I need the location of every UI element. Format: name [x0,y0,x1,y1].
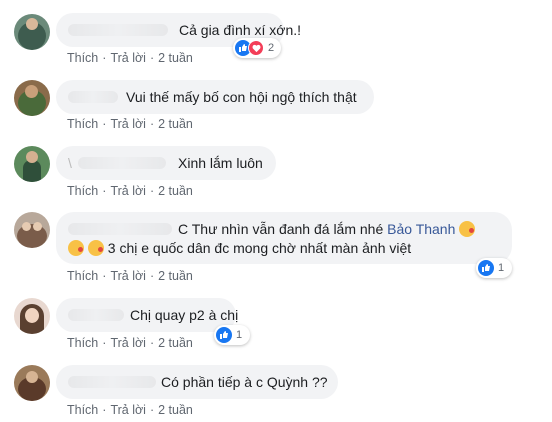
comment-bubble: \ Xinh lắm luôn [56,146,276,180]
comment-bubble: Có phần tiếp à c Quỳnh ?? [56,365,338,399]
reaction-summary[interactable]: 1 [214,325,250,345]
avatar[interactable] [14,80,50,116]
comment-text: Xinh lắm luôn [178,155,263,171]
reply-link[interactable]: Trả lời [110,335,146,351]
mentioned-name[interactable]: Bảo Thanh [387,221,455,237]
reply-link[interactable]: Trả lời [110,116,146,132]
comment-text: Có phần tiếp à c Quỳnh ?? [161,374,328,390]
comment-actions: Thích · Trả lời · 2 tuần [67,402,193,418]
avatar[interactable] [14,14,50,50]
avatar[interactable] [14,146,50,182]
kissing-heart-emoji-icon [87,240,104,256]
like-link[interactable]: Thích [67,50,98,66]
like-link[interactable]: Thích [67,335,98,351]
thumbs-up-icon [478,260,494,276]
kissing-heart-emoji-icon [459,221,476,237]
redacted-author-name [68,24,168,36]
timestamp[interactable]: 2 tuần [158,402,193,418]
timestamp[interactable]: 2 tuần [158,116,193,132]
redacted-author-name [68,376,156,388]
avatar[interactable] [14,365,50,401]
reaction-summary[interactable]: 2 [233,38,281,58]
reply-link[interactable]: Trả lời [110,268,146,284]
reaction-summary[interactable]: 1 [476,258,512,278]
reaction-count: 1 [498,262,505,274]
reply-link[interactable]: Trả lời [110,50,146,66]
redacted-author-name [68,223,172,235]
timestamp[interactable]: 2 tuần [158,50,193,66]
comment-bubble: Chị quay p2 à chị [56,298,239,332]
comment-text-line-1: C Thư nhìn vẫn đanh đá lắm nhé Bảo Thanh [178,220,476,238]
avatar[interactable] [14,212,50,248]
reply-link[interactable]: Trả lời [110,402,146,418]
like-link[interactable]: Thích [67,402,98,418]
reply-link[interactable]: Trả lời [110,183,146,199]
comment-actions: Thích · Trả lời · 2 tuần [67,50,193,66]
timestamp[interactable]: 2 tuần [158,268,193,284]
like-link[interactable]: Thích [67,116,98,132]
timestamp[interactable]: 2 tuần [158,335,193,351]
comment-text: Cả gia đình xí xớn.! [179,22,302,38]
comment-actions: Thích · Trả lời · 2 tuần [67,183,193,199]
redacted-author-name [68,309,124,321]
comment-text: Chị quay p2 à chị [130,307,239,323]
reaction-count: 1 [236,329,243,341]
redacted-author-name [68,91,118,103]
thumbs-up-icon [216,327,232,343]
comment-bubble: C Thư nhìn vẫn đanh đá lắm nhé Bảo Thanh… [56,212,512,264]
comment-actions: Thích · Trả lời · 2 tuần [67,268,193,284]
avatar[interactable] [14,298,50,334]
comment-actions: Thích · Trả lời · 2 tuần [67,116,193,132]
comment-prefix: \ [68,155,72,171]
kissing-heart-emoji-icon [68,240,84,256]
comment-actions: Thích · Trả lời · 2 tuần [67,335,193,351]
like-link[interactable]: Thích [67,183,98,199]
like-link[interactable]: Thích [67,268,98,284]
reaction-count: 2 [268,42,275,54]
timestamp[interactable]: 2 tuần [158,183,193,199]
comment-bubble: Vui thế mấy bố con hội ngộ thích thật [56,80,374,114]
comment-text-line-2: 3 chị e quốc dân đc mong chờ nhất màn ản… [68,239,411,257]
comment-text: Vui thế mấy bố con hội ngộ thích thật [126,89,357,105]
heart-icon [248,40,264,56]
redacted-author-name [78,157,166,169]
